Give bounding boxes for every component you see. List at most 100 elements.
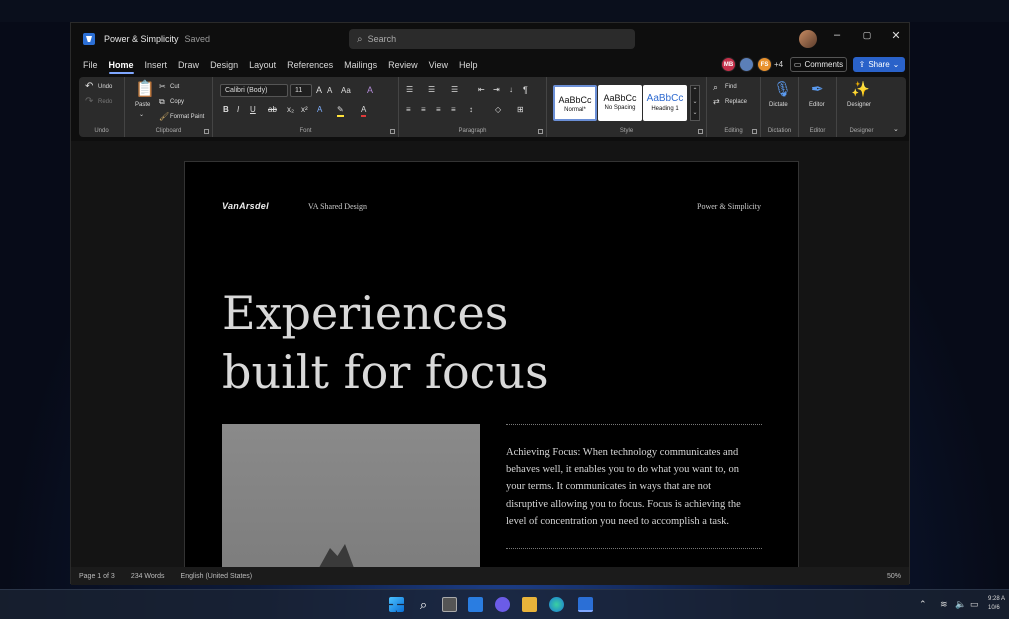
start-icon[interactable]: [389, 597, 404, 612]
task-view-icon[interactable]: [442, 597, 457, 612]
comments-button[interactable]: ▭ Comments: [790, 57, 847, 72]
volume-icon[interactable]: 🔈: [955, 599, 966, 610]
tab-view[interactable]: View: [429, 60, 448, 70]
user-avatar[interactable]: [799, 30, 817, 48]
redo-button[interactable]: Redo: [98, 99, 112, 105]
dialog-launcher-icon[interactable]: [538, 129, 543, 134]
tab-help[interactable]: Help: [459, 60, 478, 70]
style-heading-1[interactable]: AaBbCc Heading 1: [643, 85, 687, 121]
align-right-icon[interactable]: ≡: [436, 105, 441, 115]
edge-browser-icon[interactable]: [549, 597, 564, 612]
collapse-ribbon-icon[interactable]: ⌄: [893, 125, 899, 133]
shading-icon[interactable]: ◇: [495, 105, 501, 115]
microphone-icon[interactable]: 🎙: [773, 82, 792, 97]
collaborators-more-count[interactable]: +4: [774, 60, 783, 69]
tab-review[interactable]: Review: [388, 60, 418, 70]
dialog-launcher-icon[interactable]: [698, 129, 703, 134]
share-button[interactable]: ⇪ Share ⌄: [853, 57, 905, 72]
language-indicator[interactable]: English (United States): [181, 573, 253, 580]
font-color-icon[interactable]: A: [361, 105, 367, 117]
collaborator-avatar[interactable]: [739, 57, 754, 72]
battery-icon[interactable]: ▭: [970, 599, 979, 610]
line-spacing-icon[interactable]: ↕: [469, 105, 473, 115]
search-icon[interactable]: ⌕: [416, 597, 431, 612]
chevron-down-icon[interactable]: ⌄: [139, 111, 144, 118]
bullets-icon[interactable]: ☰: [406, 85, 413, 95]
dialog-launcher-icon[interactable]: [752, 129, 757, 134]
copy-button[interactable]: Copy: [170, 99, 184, 105]
document-page[interactable]: VanArsdel VA Shared Design Power & Simpl…: [184, 161, 799, 567]
format-paint-button[interactable]: Format Paint: [170, 114, 204, 120]
file-explorer-icon[interactable]: [522, 597, 537, 612]
increase-indent-icon[interactable]: ⇥: [493, 85, 500, 95]
align-left-icon[interactable]: ≡: [406, 105, 411, 115]
document-canvas[interactable]: VanArsdel VA Shared Design Power & Simpl…: [71, 141, 909, 567]
undo-icon[interactable]: ↶: [85, 82, 93, 92]
borders-icon[interactable]: ⊞: [517, 105, 524, 115]
bold-icon[interactable]: B: [223, 105, 229, 115]
dialog-launcher-icon[interactable]: [390, 129, 395, 134]
styles-scroll[interactable]: ⌃ ⌄ ⌄: [690, 85, 700, 121]
find-button[interactable]: Find: [725, 84, 737, 90]
show-formatting-icon[interactable]: ¶: [523, 85, 528, 95]
undo-button[interactable]: Undo: [98, 84, 112, 90]
clear-formatting-icon[interactable]: A: [367, 85, 373, 95]
text-effects-icon[interactable]: A: [317, 105, 322, 115]
search-input[interactable]: ⌕ Search: [349, 29, 635, 49]
editor-pen-icon[interactable]: ✒: [811, 82, 824, 97]
tab-draw[interactable]: Draw: [178, 60, 199, 70]
maximize-button[interactable]: ▢: [857, 30, 877, 41]
taskbar-clock[interactable]: 9:28 A 10/6: [988, 595, 1005, 613]
sort-icon[interactable]: ↓: [509, 85, 513, 95]
word-taskbar-icon[interactable]: [578, 597, 593, 612]
tab-file[interactable]: File: [83, 60, 98, 70]
strikethrough-icon[interactable]: ab: [268, 105, 277, 115]
italic-icon[interactable]: I: [237, 105, 239, 115]
style-normal[interactable]: AaBbCc Normal*: [553, 85, 597, 121]
underline-icon[interactable]: U: [250, 105, 256, 115]
multilevel-list-icon[interactable]: ☰: [451, 85, 458, 95]
chat-icon[interactable]: [495, 597, 510, 612]
justify-icon[interactable]: ≡: [451, 105, 456, 115]
shrink-font-icon[interactable]: A: [327, 86, 332, 96]
grow-font-icon[interactable]: A: [316, 85, 322, 95]
close-button[interactable]: ✕: [886, 29, 906, 42]
align-center-icon[interactable]: ≡: [421, 105, 426, 115]
tab-mailings[interactable]: Mailings: [344, 60, 377, 70]
font-size-select[interactable]: 11: [290, 84, 312, 97]
cut-button[interactable]: Cut: [170, 84, 179, 90]
zoom-level[interactable]: 50%: [887, 573, 901, 580]
style-no-spacing[interactable]: AaBbCc No Spacing: [598, 85, 642, 121]
font-family-select[interactable]: Calibri (Body): [220, 84, 288, 97]
designer-wand-icon[interactable]: ✨: [851, 82, 870, 97]
dictate-button[interactable]: Dictate: [769, 102, 788, 108]
paste-icon[interactable]: 📋: [135, 82, 155, 98]
highlight-icon[interactable]: ✎: [337, 105, 344, 117]
collaborator-avatar[interactable]: MB: [721, 57, 736, 72]
subscript-icon[interactable]: x₂: [287, 105, 294, 115]
numbering-icon[interactable]: ☰: [428, 85, 435, 95]
dialog-launcher-icon[interactable]: [204, 129, 209, 134]
minimize-button[interactable]: –: [827, 29, 847, 41]
superscript-icon[interactable]: x²: [301, 105, 308, 115]
body-paragraph[interactable]: Achieving Focus: When technology communi…: [506, 444, 754, 530]
replace-button[interactable]: Replace: [725, 99, 747, 105]
editor-button[interactable]: Editor: [809, 102, 825, 108]
tab-layout[interactable]: Layout: [249, 60, 276, 70]
wifi-icon[interactable]: ≋: [940, 599, 948, 610]
tab-design[interactable]: Design: [210, 60, 238, 70]
word-count[interactable]: 234 Words: [131, 573, 165, 580]
tab-insert[interactable]: Insert: [145, 60, 168, 70]
change-case-icon[interactable]: Aa: [341, 86, 351, 96]
paste-button[interactable]: Paste: [135, 102, 150, 108]
tab-home[interactable]: Home: [108, 60, 134, 74]
designer-button[interactable]: Designer: [847, 102, 871, 108]
tab-references[interactable]: References: [287, 60, 333, 70]
decrease-indent-icon[interactable]: ⇤: [478, 85, 485, 95]
page-title[interactable]: Experiences built for focus: [222, 284, 549, 402]
page-image[interactable]: [222, 424, 480, 567]
collaborator-avatar[interactable]: FS: [757, 57, 772, 72]
chevron-up-icon[interactable]: ⌃: [919, 599, 927, 610]
page-count[interactable]: Page 1 of 3: [79, 573, 115, 580]
widgets-icon[interactable]: [468, 597, 483, 612]
